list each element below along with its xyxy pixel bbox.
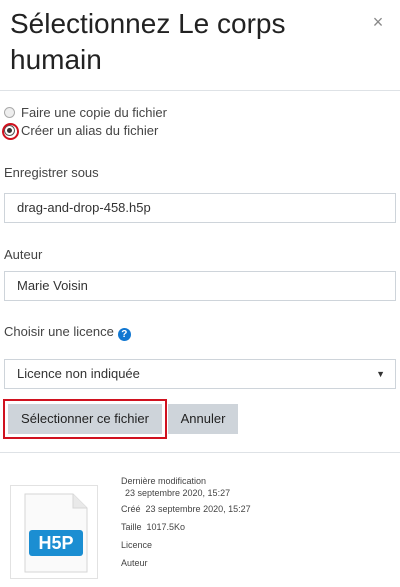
save-as-input[interactable]: drag-and-drop-458.h5p [4,193,396,223]
copy-file-label: Faire une copie du fichier [21,105,167,120]
license-label: Choisir une licence? [4,324,131,341]
author-label: Auteur [4,247,43,262]
file-thumbnail: H5P [10,485,98,579]
author-input[interactable]: Marie Voisin [4,271,396,301]
focus-highlight [2,123,19,140]
copy-file-radio[interactable] [4,107,15,118]
copy-file-option[interactable]: Faire une copie du fichier [4,105,167,120]
size-row: Taille 1017.5Ko [121,521,251,533]
h5p-logo-text: H5P [38,533,73,553]
chevron-down-icon: ▼ [376,369,385,379]
author-info-label: Auteur [121,558,148,568]
license-selected-value: Licence non indiquée [17,366,140,381]
modified-value: 23 septembre 2020, 15:27 [125,488,231,498]
license-select[interactable]: Licence non indiquée ▼ [4,359,396,389]
dialog-title: Sélectionnez Le corps humain [10,8,286,75]
alias-file-option[interactable]: Créer un alias du fichier [2,123,159,140]
license-info-label: Licence [121,540,153,550]
close-icon[interactable]: × [370,13,386,31]
created-row: Créé 23 septembre 2020, 15:27 [121,503,251,515]
size-value: 1017.5Ko [146,522,186,532]
alias-file-label: Créer un alias du fichier [21,123,159,138]
created-label: Créé [121,504,141,514]
cancel-button[interactable]: Annuler [168,404,238,434]
save-as-label: Enregistrer sous [4,165,99,180]
footer-divider [0,452,400,453]
modified-label: Dernière modification [121,476,207,486]
select-file-button[interactable]: Sélectionner ce fichier [3,399,167,439]
h5p-file-icon: H5P [24,493,88,573]
license-label-text: Choisir une licence [4,324,114,339]
file-picker-dialog: Sélectionnez Le corps humain × Faire une… [0,0,400,587]
file-details: Dernière modification 23 septembre 2020,… [121,475,251,569]
alias-file-radio[interactable] [2,123,19,140]
created-value: 23 septembre 2020, 15:27 [145,504,251,514]
header-divider [0,90,400,91]
question-circle-icon[interactable]: ? [117,328,131,341]
size-label: Taille [121,522,142,532]
